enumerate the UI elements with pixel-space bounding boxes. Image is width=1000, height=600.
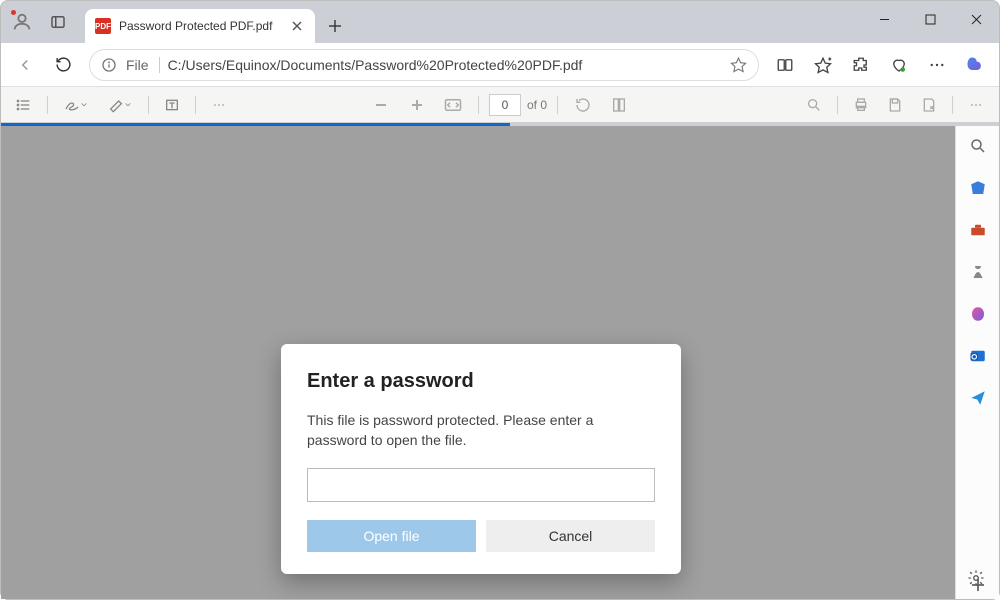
url-scheme: File	[126, 57, 160, 73]
notification-dot-icon	[10, 9, 17, 16]
contents-icon[interactable]	[9, 91, 39, 119]
page-total: of 0	[527, 98, 547, 112]
url-path: C:/Users/Equinox/Documents/Password%20Pr…	[168, 57, 720, 73]
settings-gear-icon[interactable]	[963, 565, 989, 591]
rotate-icon[interactable]	[568, 91, 598, 119]
open-file-button[interactable]: Open file	[307, 520, 476, 552]
fit-page-icon[interactable]	[438, 91, 468, 119]
tab-close-button[interactable]	[289, 18, 305, 34]
page-view-icon[interactable]	[604, 91, 634, 119]
save-icon[interactable]	[880, 91, 910, 119]
site-info-icon[interactable]	[100, 56, 118, 74]
more-pdf-icon[interactable]	[204, 91, 234, 119]
minimize-button[interactable]	[861, 3, 907, 35]
draw-icon[interactable]	[56, 91, 96, 119]
address-bar[interactable]: File C:/Users/Equinox/Documents/Password…	[89, 49, 759, 81]
more-menu-button[interactable]	[919, 49, 955, 81]
side-panel	[955, 126, 999, 599]
side-shopping-icon[interactable]	[964, 174, 992, 202]
text-icon[interactable]	[157, 91, 187, 119]
highlight-icon[interactable]	[100, 91, 140, 119]
browser-essentials-button[interactable]	[881, 49, 917, 81]
side-office-icon[interactable]	[964, 300, 992, 328]
favorites-button[interactable]	[805, 49, 841, 81]
pdf-overflow-icon[interactable]	[961, 91, 991, 119]
tab-actions-button[interactable]	[41, 7, 75, 37]
dialog-message: This file is password protected. Please …	[307, 411, 655, 450]
pdf-toolbar: of 0	[1, 87, 999, 123]
new-tab-button[interactable]	[319, 10, 351, 42]
pdf-favicon-icon: PDF	[95, 18, 111, 34]
side-send-icon[interactable]	[964, 384, 992, 412]
tab-title: Password Protected PDF.pdf	[119, 19, 281, 33]
password-dialog: Enter a password This file is password p…	[281, 344, 681, 574]
copilot-button[interactable]	[957, 49, 993, 81]
side-tools-icon[interactable]	[964, 216, 992, 244]
back-button[interactable]	[7, 49, 43, 81]
zoom-out-button[interactable]	[366, 91, 396, 119]
profile-button[interactable]	[7, 7, 37, 37]
side-games-icon[interactable]	[964, 258, 992, 286]
cancel-button[interactable]: Cancel	[486, 520, 655, 552]
favorite-star-icon[interactable]	[728, 55, 748, 75]
password-input[interactable]	[307, 468, 655, 502]
browser-tab[interactable]: PDF Password Protected PDF.pdf	[85, 9, 315, 43]
split-screen-button[interactable]	[767, 49, 803, 81]
zoom-in-button[interactable]	[402, 91, 432, 119]
close-window-button[interactable]	[953, 3, 999, 35]
print-icon[interactable]	[846, 91, 876, 119]
save-as-icon[interactable]	[914, 91, 944, 119]
refresh-button[interactable]	[45, 49, 81, 81]
dialog-title: Enter a password	[307, 370, 655, 393]
side-outlook-icon[interactable]	[964, 342, 992, 370]
maximize-button[interactable]	[907, 3, 953, 35]
address-bar-row: File C:/Users/Equinox/Documents/Password…	[1, 43, 999, 87]
side-search-icon[interactable]	[964, 132, 992, 160]
page-number-input[interactable]	[489, 94, 521, 116]
titlebar: PDF Password Protected PDF.pdf	[1, 1, 999, 43]
extensions-button[interactable]	[843, 49, 879, 81]
search-icon[interactable]	[799, 91, 829, 119]
